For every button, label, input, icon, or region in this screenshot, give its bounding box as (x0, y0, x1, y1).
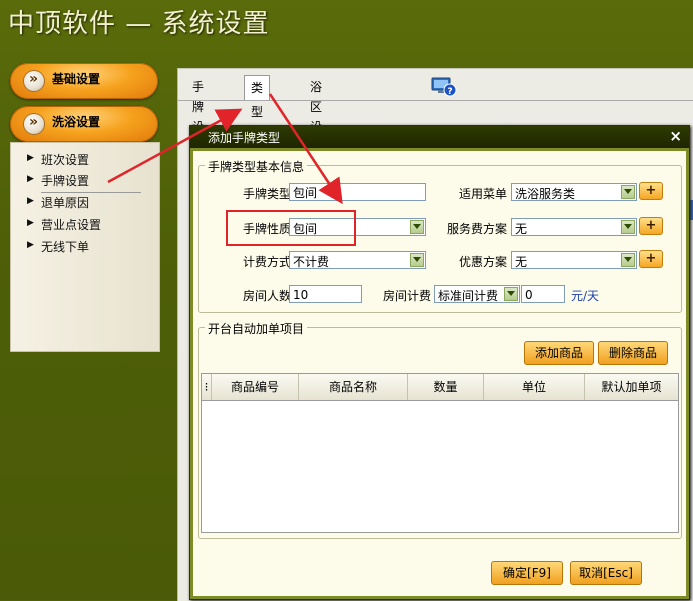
add-menu-button[interactable]: + (639, 182, 663, 200)
room-people-label: 房间人数 (242, 289, 291, 303)
menu-label: 适用菜单 (458, 187, 507, 201)
add-discount-button[interactable]: + (639, 250, 663, 268)
tab-type-settings[interactable]: 类型设置 (244, 75, 271, 167)
nav-bath-settings-button[interactable]: 洗浴设置 (10, 106, 158, 142)
cancel-button[interactable]: 取消[Esc] (570, 561, 642, 585)
room-people-input[interactable]: 10 (289, 285, 362, 303)
grid-col-default-item[interactable]: 默认加单项 (585, 374, 678, 400)
nav-bullet-icon (24, 71, 44, 91)
add-service-fee-button[interactable]: + (639, 217, 663, 235)
sidebar-item-label: 无线下单 (41, 240, 90, 254)
service-fee-select-value: 无 (515, 222, 528, 236)
nav-bath-settings-label: 洗浴设置 (52, 115, 101, 129)
chevron-down-icon[interactable] (621, 253, 635, 267)
network-help-icon[interactable]: ? (431, 75, 457, 97)
sidebar-item-sales-point[interactable]: ▶ 营业点设置 (27, 216, 102, 236)
sidebar-item-card[interactable]: ▶ 手牌设置 (27, 172, 141, 193)
add-card-type-dialog: 添加手牌类型 × 手牌类型基本信息 手牌类型 包间 适用菜单 洗浴服务类 + 手… (189, 125, 690, 600)
grid-header: ⁝ 商品编号 商品名称 数量 单位 默认加单项 (202, 374, 678, 401)
triangle-right-icon: ▶ (27, 240, 34, 250)
sidebar-subpanel: ▶ 班次设置 ▶ 手牌设置 ▶ 退单原因 ▶ 营业点设置 ▶ 无线下单 (10, 142, 160, 352)
chevron-down-icon[interactable] (621, 185, 635, 199)
room-fee-select-value: 标准间计费 (438, 289, 499, 303)
annotation-highlight-box (226, 210, 356, 246)
menu-select[interactable]: 洗浴服务类 (511, 183, 637, 201)
dialog-body: 手牌类型基本信息 手牌类型 包间 适用菜单 洗浴服务类 + 手牌性质 包间 服务… (193, 151, 686, 596)
billing-select[interactable]: 不计费 (289, 251, 426, 269)
sidebar-item-wireless-order[interactable]: ▶ 无线下单 (27, 238, 90, 258)
card-type-label: 手牌类型 (242, 187, 291, 201)
service-fee-select[interactable]: 无 (511, 218, 637, 236)
add-goods-button[interactable]: 添加商品 (524, 341, 594, 365)
chevron-down-icon[interactable] (410, 253, 424, 267)
auto-add-items-group-label: 开台自动加单项目 (205, 320, 308, 337)
sidebar-item-label: 营业点设置 (41, 218, 102, 232)
svg-text:?: ? (447, 87, 452, 97)
triangle-right-icon: ▶ (27, 153, 34, 163)
room-fee-label: 房间计费 (382, 289, 431, 303)
grid-col-goods-name[interactable]: 商品名称 (299, 374, 408, 400)
app-title: 中顶软件 — 系统设置 (8, 9, 270, 39)
dialog-title: 添加手牌类型 (208, 131, 281, 145)
grid-col-quantity[interactable]: 数量 (408, 374, 484, 400)
chevron-down-icon[interactable] (504, 287, 518, 301)
sidebar-item-label: 班次设置 (41, 153, 90, 167)
room-fee-select[interactable]: 标准间计费 (434, 285, 520, 303)
nav-bullet-icon (24, 114, 44, 134)
card-type-input[interactable]: 包间 (289, 183, 426, 201)
grid-row-selector-header: ⁝ (202, 374, 212, 400)
grid-col-unit[interactable]: 单位 (484, 374, 585, 400)
delete-goods-button[interactable]: 删除商品 (598, 341, 668, 365)
billing-label: 计费方式 (242, 255, 291, 269)
triangle-right-icon: ▶ (27, 174, 34, 184)
grid-col-goods-code[interactable]: 商品编号 (212, 374, 299, 400)
billing-select-value: 不计费 (293, 255, 330, 269)
room-fee-unit: 元/天 (571, 289, 600, 303)
chevron-down-icon[interactable] (621, 220, 635, 234)
auto-add-items-grid[interactable]: ⁝ 商品编号 商品名称 数量 单位 默认加单项 (201, 373, 679, 533)
tab-card-settings[interactable]: 手牌设置 (186, 77, 210, 154)
discount-label: 优惠方案 (458, 255, 507, 269)
ok-button[interactable]: 确定[F9] (491, 561, 563, 585)
nav-basic-settings-label: 基础设置 (52, 72, 101, 86)
discount-select-value: 无 (515, 255, 528, 269)
sidebar-item-refund-reason[interactable]: ▶ 退单原因 (27, 194, 90, 214)
sidebar-item-label: 手牌设置 (41, 174, 90, 188)
nav-basic-settings-button[interactable]: 基础设置 (10, 63, 158, 99)
close-icon[interactable]: × (669, 127, 682, 145)
sidebar-item-shift[interactable]: ▶ 班次设置 (27, 151, 90, 171)
chevron-down-icon[interactable] (410, 220, 424, 234)
tab-divider (178, 100, 693, 101)
dialog-titlebar: 添加手牌类型 × (190, 126, 689, 148)
discount-select[interactable]: 无 (511, 251, 637, 269)
sidebar-item-label: 退单原因 (41, 196, 90, 210)
triangle-right-icon: ▶ (27, 196, 34, 206)
room-fee-input[interactable]: 0 (521, 285, 565, 303)
tab-bath-area-settings[interactable]: 浴区设置 (304, 77, 328, 154)
service-fee-label: 服务费方案 (446, 222, 507, 236)
menu-select-value: 洗浴服务类 (515, 187, 576, 201)
triangle-right-icon: ▶ (27, 218, 34, 228)
basic-info-group-label: 手牌类型基本信息 (205, 158, 308, 175)
